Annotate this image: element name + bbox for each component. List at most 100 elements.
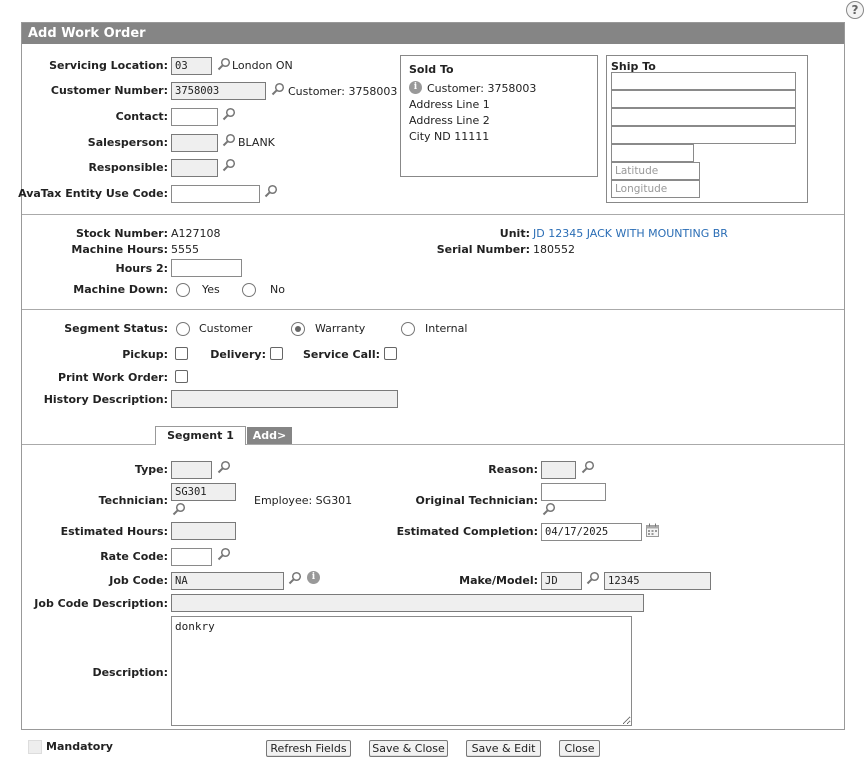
estimated-hours-input[interactable] bbox=[171, 522, 236, 540]
sold-to-address2: Address Line 2 bbox=[409, 114, 490, 127]
original-technician-label: Original Technician: bbox=[415, 494, 538, 507]
mandatory-indicator bbox=[28, 740, 42, 754]
delivery-label: Delivery: bbox=[210, 348, 266, 361]
serial-number-label: Serial Number: bbox=[436, 243, 530, 256]
longitude-input[interactable]: Longitude bbox=[611, 180, 700, 198]
stock-number-label: Stock Number: bbox=[75, 227, 168, 240]
servicing-location-input[interactable]: 03 bbox=[171, 57, 212, 75]
serial-number-value: 180552 bbox=[533, 243, 575, 256]
technician-input[interactable]: SG301 bbox=[171, 483, 236, 501]
estimated-hours-label: Estimated Hours: bbox=[60, 525, 168, 538]
type-label: Type: bbox=[134, 463, 168, 476]
estimated-completion-label: Estimated Completion: bbox=[396, 525, 538, 538]
search-icon[interactable] bbox=[581, 460, 595, 474]
type-input[interactable] bbox=[171, 461, 212, 479]
hours2-label: Hours 2: bbox=[115, 262, 168, 275]
salesperson-name: BLANK bbox=[238, 136, 275, 149]
tab-segment-1[interactable]: Segment 1 bbox=[155, 426, 246, 445]
divider bbox=[22, 309, 844, 310]
help-icon[interactable]: ? bbox=[846, 1, 864, 19]
estimated-completion-input[interactable]: 04/17/2025 bbox=[541, 523, 642, 541]
model-input[interactable]: 12345 bbox=[604, 572, 711, 590]
print-work-order-label: Print Work Order: bbox=[58, 371, 168, 384]
search-icon[interactable] bbox=[222, 107, 236, 121]
tab-add-segment[interactable]: Add> bbox=[247, 427, 292, 444]
history-description-input[interactable] bbox=[171, 390, 398, 408]
search-icon[interactable] bbox=[217, 57, 231, 71]
status-warranty-label: Warranty bbox=[315, 322, 366, 335]
machine-down-yes-radio[interactable] bbox=[176, 283, 190, 297]
salesperson-input[interactable] bbox=[171, 134, 218, 152]
original-technician-input[interactable] bbox=[541, 483, 606, 501]
make-input[interactable]: JD bbox=[541, 572, 582, 590]
reason-label: Reason: bbox=[488, 463, 538, 476]
machine-down-yes-label: Yes bbox=[202, 283, 220, 296]
search-icon[interactable] bbox=[264, 184, 278, 198]
ship-to-line3[interactable] bbox=[611, 108, 796, 126]
delivery-checkbox[interactable] bbox=[270, 347, 283, 360]
search-icon[interactable] bbox=[217, 547, 231, 561]
pickup-checkbox[interactable] bbox=[175, 347, 188, 360]
description-textarea[interactable] bbox=[171, 616, 632, 726]
avatax-label: AvaTax Entity Use Code: bbox=[18, 187, 168, 200]
salesperson-label: Salesperson: bbox=[87, 136, 168, 149]
sold-to-title: Sold To bbox=[409, 63, 454, 76]
contact-label: Contact: bbox=[115, 110, 168, 123]
latitude-input[interactable]: Latitude bbox=[611, 162, 700, 180]
save-edit-button[interactable]: Save & Edit bbox=[466, 740, 541, 757]
job-code-description-label: Job Code Description: bbox=[34, 597, 168, 610]
pickup-label: Pickup: bbox=[122, 348, 168, 361]
machine-hours-value: 5555 bbox=[171, 243, 199, 256]
search-icon[interactable] bbox=[217, 460, 231, 474]
machine-down-label: Machine Down: bbox=[73, 283, 168, 296]
avatax-input[interactable] bbox=[171, 185, 260, 203]
search-icon[interactable] bbox=[586, 571, 600, 585]
save-close-button[interactable]: Save & Close bbox=[369, 740, 448, 757]
info-icon[interactable]: i bbox=[307, 571, 320, 584]
unit-label: Unit: bbox=[499, 227, 530, 240]
responsible-input[interactable] bbox=[171, 159, 218, 177]
dialog-title: Add Work Order bbox=[22, 23, 844, 44]
sold-to-address1: Address Line 1 bbox=[409, 98, 490, 111]
rate-code-input[interactable] bbox=[171, 548, 212, 566]
print-work-order-checkbox[interactable] bbox=[175, 370, 188, 383]
status-internal-radio[interactable] bbox=[401, 322, 415, 336]
segment-status-label: Segment Status: bbox=[64, 322, 168, 335]
calendar-icon[interactable] bbox=[646, 523, 659, 537]
search-icon[interactable] bbox=[172, 502, 186, 516]
ship-to-line5[interactable] bbox=[611, 144, 694, 162]
search-icon[interactable] bbox=[271, 82, 285, 96]
job-code-description-input[interactable] bbox=[171, 594, 644, 612]
customer-number-input[interactable]: 3758003 bbox=[171, 82, 266, 100]
search-icon[interactable] bbox=[288, 571, 302, 585]
reason-input[interactable] bbox=[541, 461, 576, 479]
status-customer-radio[interactable] bbox=[176, 322, 190, 336]
contact-input[interactable] bbox=[171, 108, 218, 126]
rate-code-label: Rate Code: bbox=[100, 550, 168, 563]
service-call-label: Service Call: bbox=[303, 348, 380, 361]
unit-link[interactable]: JD 12345 JACK WITH MOUNTING BR bbox=[533, 227, 728, 241]
search-icon[interactable] bbox=[222, 158, 236, 172]
close-button[interactable]: Close bbox=[559, 740, 600, 757]
technician-employee: Employee: SG301 bbox=[254, 494, 353, 507]
machine-down-no-radio[interactable] bbox=[242, 283, 256, 297]
customer-number-text: Customer: 3758003 bbox=[288, 85, 398, 98]
refresh-fields-button[interactable]: Refresh Fields bbox=[266, 740, 351, 757]
service-call-checkbox[interactable] bbox=[384, 347, 397, 360]
status-warranty-radio[interactable] bbox=[291, 322, 305, 336]
search-icon[interactable] bbox=[222, 133, 236, 147]
description-label: Description: bbox=[92, 666, 168, 679]
machine-hours-label: Machine Hours: bbox=[71, 243, 168, 256]
job-code-input[interactable]: NA bbox=[171, 572, 284, 590]
status-internal-label: Internal bbox=[425, 322, 468, 335]
hours2-input[interactable] bbox=[171, 259, 242, 277]
ship-to-line4[interactable] bbox=[611, 126, 796, 144]
search-icon[interactable] bbox=[542, 502, 556, 516]
ship-to-line2[interactable] bbox=[611, 90, 796, 108]
divider bbox=[22, 214, 844, 215]
stock-number-value: A127108 bbox=[171, 227, 221, 240]
ship-to-line1[interactable] bbox=[611, 72, 796, 90]
responsible-label: Responsible: bbox=[88, 161, 168, 174]
status-customer-label: Customer bbox=[199, 322, 253, 335]
info-icon[interactable]: i bbox=[409, 81, 422, 94]
